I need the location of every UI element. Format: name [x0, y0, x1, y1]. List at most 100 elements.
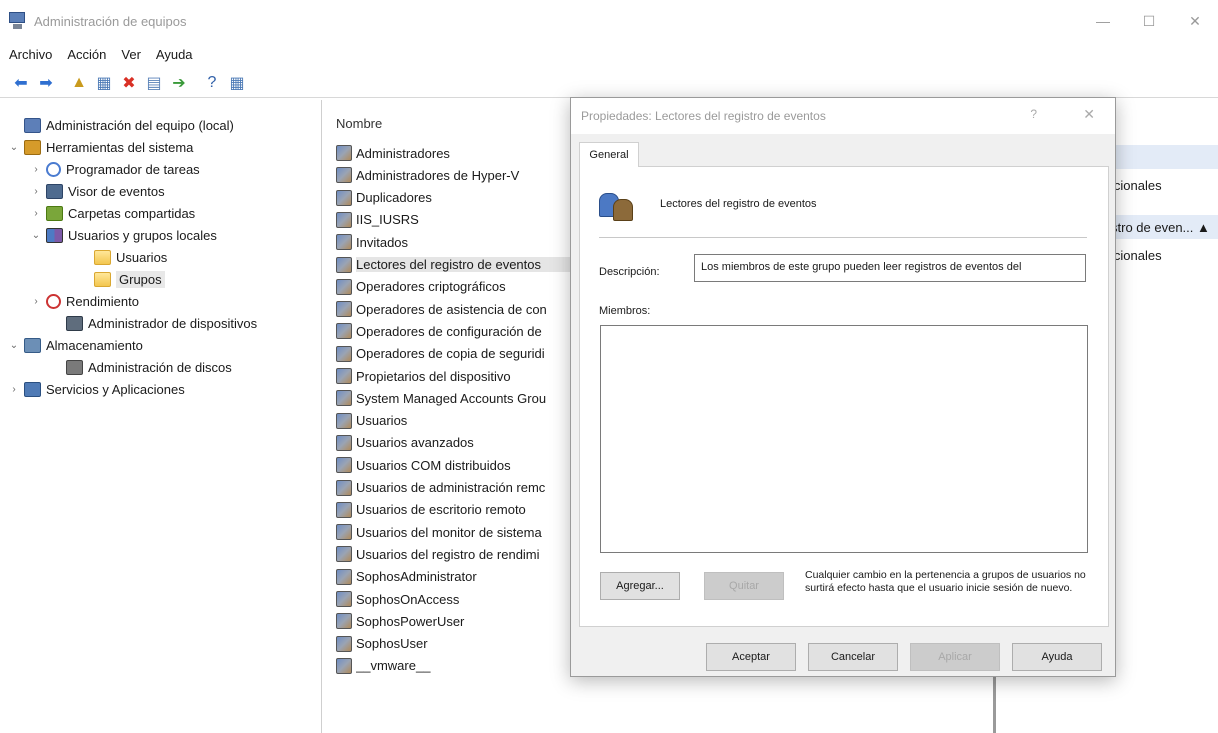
help-icon[interactable]: ? [1030, 107, 1037, 121]
cancel-button[interactable]: Cancelar [808, 643, 898, 671]
console-tree: Administración del equipo (local) ⌄ Herram… [0, 100, 322, 733]
tree-item[interactable]: › Carpetas compartidas [30, 202, 195, 224]
group-icon [336, 211, 352, 228]
group-name: SophosPowerUser [356, 613, 465, 629]
add-member-button[interactable]: Agregar... [600, 572, 680, 600]
dialog-title-bar: Propiedades: Lectores del registro de ev… [571, 98, 1115, 134]
minimize-button[interactable]: — [1080, 0, 1126, 42]
menu-ayuda[interactable]: Ayuda [156, 47, 193, 62]
group-icon [336, 524, 352, 541]
group-name: IIS_IUSRS [356, 212, 419, 228]
tools-icon [24, 139, 41, 155]
group-name: Lectores del registro de eventos [660, 198, 817, 210]
properties-dialog: Propiedades: Lectores del registro de ev… [570, 97, 1116, 677]
column-header-name[interactable]: Nombre [326, 116, 382, 138]
members-list[interactable] [600, 325, 1088, 553]
members-label: Miembros: [599, 305, 651, 317]
group-icon [336, 657, 352, 674]
group-name: Lectores del registro de eventos [356, 257, 586, 272]
tree-item[interactable]: ⌄ Almacenamiento [8, 334, 143, 356]
show-console-tree-icon[interactable]: ▦ [93, 72, 115, 94]
storage-icon [24, 337, 41, 353]
tree-item[interactable]: Administración del equipo (local) [8, 114, 234, 136]
group-name: Operadores de copia de seguridi [356, 346, 545, 362]
perf-icon [46, 293, 61, 309]
chevron-right-icon[interactable]: › [30, 186, 42, 197]
group-icon [336, 635, 352, 652]
chevron-down-icon[interactable]: ⌄ [8, 142, 20, 153]
menu-bar: Archivo Acción Ver Ayuda [0, 42, 1218, 66]
tree-item[interactable]: ⌄ Usuarios y grupos locales [30, 224, 217, 246]
tree-item[interactable]: › Visor de eventos [30, 180, 165, 202]
tree-item-label: Grupos [116, 270, 165, 288]
group-icon [336, 457, 352, 474]
tree-item[interactable]: › Programador de tareas [30, 158, 200, 180]
tree-item-label: Herramientas del sistema [46, 139, 194, 155]
export-list-icon[interactable]: ➔ [168, 72, 190, 94]
delete-icon[interactable]: ✖ [118, 72, 140, 94]
chevron-right-icon[interactable]: › [30, 208, 42, 219]
group-icon [336, 412, 352, 429]
show-action-pane-icon[interactable]: ▦ [226, 72, 248, 94]
tree-item-label: Carpetas compartidas [68, 205, 196, 221]
group-name: SophosAdministrator [356, 569, 477, 585]
chevron-right-icon[interactable]: › [30, 164, 42, 175]
group-icon [336, 568, 352, 585]
remove-member-button[interactable]: Quitar [704, 572, 784, 600]
chevron-right-icon[interactable]: › [8, 384, 20, 395]
tree-item[interactable]: › Rendimiento [30, 290, 139, 312]
group-icon [336, 189, 352, 206]
group-icon [336, 256, 352, 273]
chevron-down-icon[interactable]: ⌄ [30, 230, 42, 241]
folder-up-icon[interactable]: ▲ [68, 72, 90, 94]
ok-button[interactable]: Aceptar [706, 643, 796, 671]
forward-arrow-icon[interactable]: ➡ [35, 72, 57, 94]
back-arrow-icon[interactable]: ⬅ [10, 72, 32, 94]
tab-general[interactable]: General [579, 142, 639, 167]
title-bar: Administración de equipos — ☐ ✕ [0, 0, 1218, 42]
properties-icon[interactable]: ▤ [143, 72, 165, 94]
apply-button[interactable]: Aplicar [910, 643, 1000, 671]
chevron-down-icon[interactable]: ⌄ [8, 340, 20, 351]
group-name: Usuarios del registro de rendimi [356, 546, 540, 562]
tree-item[interactable]: Administrador de dispositivos [50, 312, 257, 334]
dialog-title: Propiedades: Lectores del registro de ev… [581, 109, 826, 123]
group-name: Usuarios del monitor de sistema [356, 524, 542, 540]
tree-item-label: Almacenamiento [46, 337, 143, 353]
menu-accion[interactable]: Acción [67, 47, 106, 62]
chevron-right-icon[interactable]: › [30, 296, 42, 307]
group-icon [336, 345, 352, 362]
tree-item-label: Usuarios y grupos locales [68, 227, 217, 243]
folder-icon [94, 249, 111, 265]
general-tab-panel: Lectores del registro de eventos Descrip… [579, 166, 1109, 627]
maximize-button[interactable]: ☐ [1126, 0, 1172, 42]
group-name: Administradores de Hyper-V [356, 167, 520, 183]
menu-ver[interactable]: Ver [121, 47, 141, 62]
help-icon[interactable]: ? [201, 72, 223, 94]
tree-item-label: Usuarios [116, 249, 168, 265]
tree-item-label: Rendimiento [66, 293, 139, 309]
group-name: SophosUser [356, 636, 428, 652]
tree-item[interactable]: › Servicios y Aplicaciones [8, 378, 185, 400]
tree-item[interactable]: Administración de discos [50, 356, 232, 378]
tree-item[interactable]: Grupos [78, 268, 165, 290]
help-button[interactable]: Ayuda [1012, 643, 1102, 671]
dialog-tabs: General [579, 142, 1109, 167]
tree-item-label: Administración del equipo (local) [46, 117, 234, 133]
tree-item[interactable]: Usuarios [78, 246, 167, 268]
group-name: Usuarios COM distribuidos [356, 457, 511, 473]
tree-item[interactable]: ⌄ Herramientas del sistema [8, 136, 193, 158]
group-icon [336, 278, 352, 295]
tree-item-label: Programador de tareas [66, 161, 200, 177]
menu-archivo[interactable]: Archivo [9, 47, 52, 62]
tree-item-label: Administración de discos [88, 359, 232, 375]
group-name: Usuarios de escritorio remoto [356, 502, 526, 518]
close-icon[interactable]: ✕ [1083, 106, 1095, 123]
share-icon [46, 205, 63, 221]
group-icon [336, 323, 352, 340]
group-icon [336, 546, 352, 563]
separator [599, 237, 1087, 238]
description-field[interactable]: Los miembros de este grupo pueden leer r… [694, 254, 1086, 282]
close-button[interactable]: ✕ [1172, 0, 1218, 42]
group-icon [336, 234, 352, 251]
